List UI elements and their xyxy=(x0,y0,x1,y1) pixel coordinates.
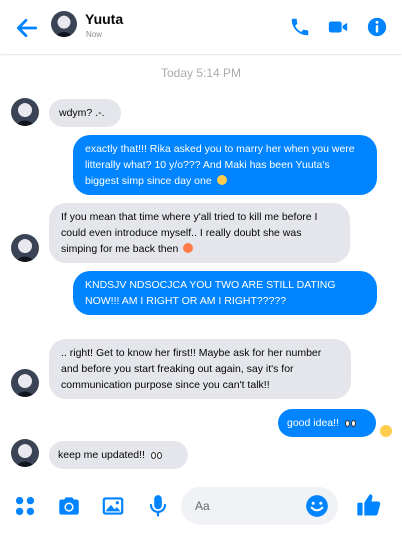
message-bubble-incoming[interactable]: keep me updated!! xyxy=(49,441,188,469)
contact-avatar[interactable] xyxy=(11,439,39,467)
message-input-container[interactable] xyxy=(181,487,338,525)
thumbs-up-icon[interactable] xyxy=(355,491,383,519)
eyes-emoji-icon xyxy=(344,415,356,431)
message-text: wdym? .-. xyxy=(59,107,105,119)
image-icon[interactable] xyxy=(100,493,126,519)
apps-grid-icon[interactable] xyxy=(12,493,38,519)
message-bubble-outgoing[interactable]: exactly that!!! Rika asked you to marry … xyxy=(73,135,377,195)
message-bubble-incoming[interactable]: wdym? .-. xyxy=(49,99,121,127)
camera-icon[interactable] xyxy=(56,493,82,519)
message-bubble-outgoing[interactable]: good idea!! xyxy=(278,409,376,437)
microphone-icon[interactable] xyxy=(145,493,171,519)
message-text: KNDSJV NDSOCJCA YOU TWO ARE STILL DATING… xyxy=(85,279,336,307)
message-text: good idea!! xyxy=(287,417,339,429)
contact-name[interactable]: Yuuta xyxy=(85,11,123,27)
message-bubble-outgoing[interactable]: KNDSJV NDSOCJCA YOU TWO ARE STILL DATING… xyxy=(73,271,377,315)
chat-header: Yuuta Now xyxy=(0,0,402,54)
info-icon[interactable] xyxy=(366,16,388,38)
message-text: keep me updated!! xyxy=(58,449,145,461)
active-status: Now xyxy=(86,30,103,39)
flushed-face-emoji-icon xyxy=(216,175,227,185)
message-bubble-incoming[interactable]: If you mean that time where y'all tried … xyxy=(49,203,350,263)
message-bubble-incoming[interactable]: .. right! Get to know her first!! Maybe … xyxy=(49,339,351,399)
contact-avatar[interactable] xyxy=(11,369,39,397)
smiling-face-with-hearts-emoji-icon xyxy=(183,243,194,253)
back-arrow-icon[interactable] xyxy=(14,15,40,41)
eyes-emoji-icon xyxy=(150,447,162,463)
conversation-timestamp: Today 5:14 PM xyxy=(160,66,242,80)
message-text: .. right! Get to know her first!! Maybe … xyxy=(61,347,322,391)
contact-avatar[interactable] xyxy=(51,11,77,37)
contact-avatar[interactable] xyxy=(11,234,39,262)
seen-indicator-avatar xyxy=(380,425,392,437)
contact-avatar[interactable] xyxy=(11,98,39,126)
message-input[interactable] xyxy=(195,496,295,516)
emoji-icon[interactable] xyxy=(304,493,330,519)
phone-icon[interactable] xyxy=(289,16,311,38)
video-camera-icon[interactable] xyxy=(327,16,349,38)
